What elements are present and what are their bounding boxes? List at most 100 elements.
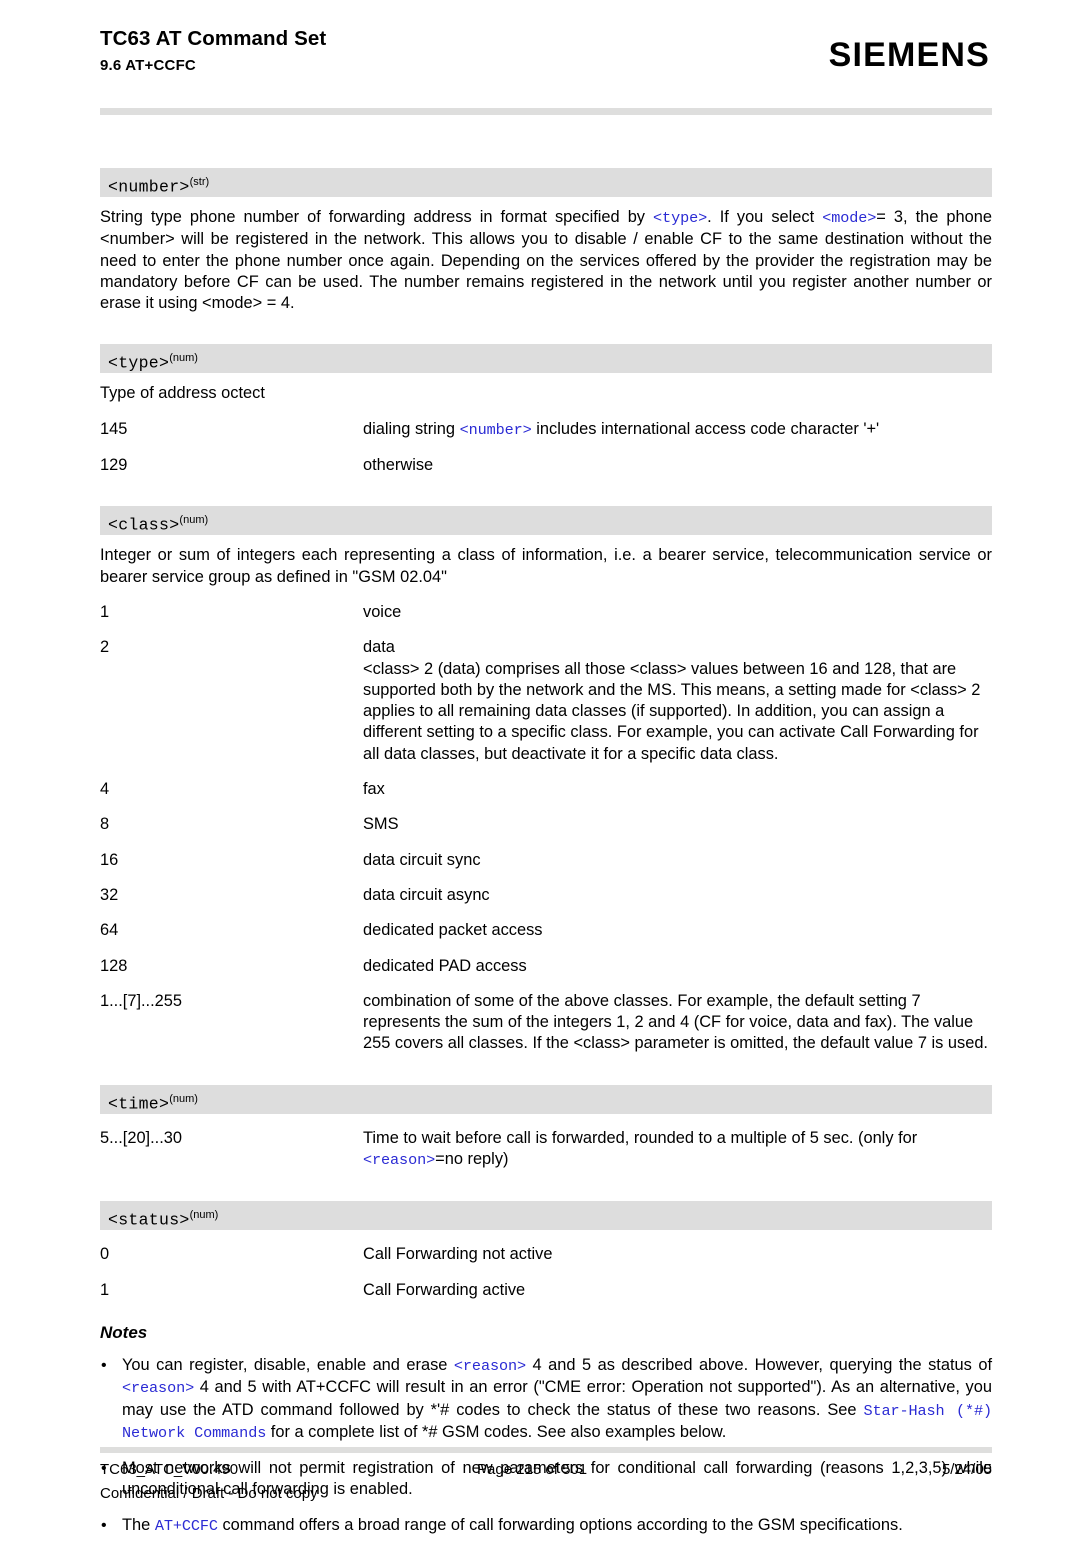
- param-value-row: 1...[7]...255 combination of some of the …: [100, 991, 992, 1055]
- param-value-row: 0 Call Forwarding not active: [100, 1244, 992, 1265]
- param-header-number: <number>(str): [100, 168, 992, 197]
- param-value-description: combination of some of the above classes…: [363, 991, 992, 1055]
- page-footer: TC63_ATC_V00.490 Page 215 of 501 5/24/05…: [100, 1461, 992, 1502]
- cross-reference-link[interactable]: <reason>: [363, 1151, 435, 1169]
- param-value: 5...[20]...30: [100, 1128, 183, 1147]
- value-table-time: 5...[20]...30 Time to wait before call is…: [100, 1128, 992, 1172]
- param-value: 1...[7]...255: [100, 991, 183, 1010]
- param-value: 64: [100, 921, 119, 940]
- text-run: includes international access code chara…: [531, 419, 880, 438]
- footer-date: 5/24/05: [941, 1461, 992, 1478]
- param-type-sup: (num): [169, 1092, 198, 1105]
- param-type-sup: (num): [179, 514, 209, 527]
- text-run: for a complete list of *# GSM codes. See…: [266, 1422, 727, 1441]
- siemens-logo: SIEMENS: [828, 36, 990, 74]
- text-run: otherwise: [363, 456, 434, 475]
- text-run: data circuit async: [363, 885, 490, 904]
- text-run: data: [363, 638, 395, 657]
- param-value-row: 64 dedicated packet access: [100, 920, 992, 941]
- param-value: 128: [100, 956, 128, 975]
- text-run: data circuit sync: [363, 850, 481, 869]
- param-value-row: 128 dedicated PAD access: [100, 956, 992, 977]
- param-type-sup: (num): [189, 1209, 219, 1222]
- param-value-row: 145 dialing string <number> includes inte…: [100, 419, 992, 441]
- param-value-row: 129 otherwise: [100, 455, 992, 476]
- param-value: 16: [100, 850, 119, 869]
- param-value-description: SMS: [363, 814, 992, 835]
- footer-doc-id: TC63_ATC_V00.490: [100, 1461, 239, 1478]
- value-table-type: 145 dialing string <number> includes inte…: [100, 419, 992, 477]
- text-run: combination of some of the above classes…: [363, 991, 988, 1053]
- text-run: command offers a broad range of call for…: [217, 1515, 903, 1534]
- cross-reference-link[interactable]: <reason>: [122, 1379, 194, 1397]
- text-run: The: [122, 1515, 155, 1534]
- cross-reference-link[interactable]: <number>: [460, 421, 532, 439]
- param-value-row: 1 voice: [100, 602, 992, 623]
- param-value-row: 16 data circuit sync: [100, 850, 992, 871]
- param-value-description: data <class> 2 (data) comprises all those…: [363, 637, 992, 765]
- text-run: =no reply): [435, 1150, 509, 1169]
- param-value: 1: [100, 602, 110, 621]
- text-run: dialing string: [363, 419, 460, 438]
- note-item: • You can register, disable, enable and e…: [100, 1355, 992, 1444]
- text-run: Call Forwarding not active: [363, 1245, 553, 1264]
- param-value: 129: [100, 456, 128, 475]
- cross-reference-link[interactable]: AT+CCFC: [155, 1517, 218, 1535]
- param-value: 145: [100, 419, 128, 438]
- note-item: • The AT+CCFC command offers a broad rang…: [100, 1515, 992, 1537]
- param-value-row: 8 SMS: [100, 814, 992, 835]
- text-run: dedicated PAD access: [363, 956, 527, 975]
- cross-reference-link[interactable]: <reason>: [454, 1357, 526, 1375]
- param-value-description: dedicated packet access: [363, 920, 992, 941]
- param-value: 0: [100, 1245, 110, 1264]
- param-value-description: otherwise: [363, 455, 992, 476]
- text-run: Time to wait before call is forwarded, r…: [363, 1128, 918, 1147]
- cross-reference-link[interactable]: <mode>: [822, 209, 876, 227]
- param-type-sup: (num): [169, 352, 198, 365]
- param-type-sup: (str): [189, 176, 210, 188]
- param-intro-type: Type of address octect: [100, 384, 265, 403]
- note-text: The AT+CCFC command offers a broad range…: [122, 1515, 992, 1537]
- text-run: . If you select: [707, 208, 823, 226]
- param-value-description: Time to wait before call is forwarded, r…: [363, 1128, 992, 1172]
- param-name: <number>: [108, 177, 190, 197]
- param-value-description: dedicated PAD access: [363, 956, 992, 977]
- text-run: dedicated packet access: [363, 921, 543, 940]
- param-value: 32: [100, 885, 119, 904]
- value-table-status: 0 Call Forwarding not active 1 Call Forward…: [100, 1244, 992, 1301]
- notes-title: Notes: [100, 1322, 148, 1342]
- param-header-time: <time>(num): [100, 1084, 992, 1114]
- param-value-description: fax: [363, 779, 992, 800]
- param-value: 8: [100, 815, 110, 834]
- param-value-description: data circuit async: [363, 885, 992, 906]
- param-value-description: Call Forwarding not active: [363, 1244, 992, 1265]
- text-run: 4 and 5 with AT+CCFC will result in an e…: [122, 1378, 992, 1419]
- notes-list: • You can register, disable, enable and e…: [100, 1355, 992, 1537]
- param-header-class: <class>(num): [100, 506, 992, 536]
- text-run: Call Forwarding active: [363, 1280, 526, 1299]
- note-text: You can register, disable, enable and er…: [122, 1355, 992, 1444]
- param-value-row: 4 fax: [100, 779, 992, 800]
- param-value: 4: [100, 780, 110, 799]
- text-run: voice: [363, 602, 402, 621]
- param-description-number: String type phone number of forwarding a…: [100, 207, 992, 314]
- text-run: String type phone number of forwarding a…: [100, 208, 654, 226]
- param-header-type: <type>(num): [100, 344, 992, 374]
- page-header: TC63 AT Command Set 9.6 AT+CCFC SIEMENS: [100, 27, 990, 98]
- bullet-icon: •: [101, 1356, 107, 1374]
- param-value-description: dialing string <number> includes interna…: [363, 419, 992, 441]
- param-value-description: voice: [363, 602, 992, 623]
- text-run: 4 and 5 as described above. However, que…: [526, 1355, 992, 1374]
- param-name: <class>: [108, 515, 180, 535]
- footer-divider: [100, 1447, 992, 1453]
- text-run: SMS: [363, 815, 399, 834]
- param-value-description: data circuit sync: [363, 850, 992, 871]
- document-content: <number>(str) String type phone number o…: [100, 168, 992, 1551]
- param-value-row: 2 data <class> 2 (data) comprises all thos…: [100, 637, 992, 765]
- header-divider: [100, 108, 992, 115]
- param-name: <type>: [108, 353, 170, 373]
- footer-confidentiality: Confidential / Draft - Do not copy: [100, 1485, 318, 1502]
- param-name: <status>: [108, 1210, 190, 1230]
- cross-reference-link[interactable]: <type>: [653, 209, 707, 227]
- param-value-row: 5...[20]...30 Time to wait before call is…: [100, 1128, 992, 1172]
